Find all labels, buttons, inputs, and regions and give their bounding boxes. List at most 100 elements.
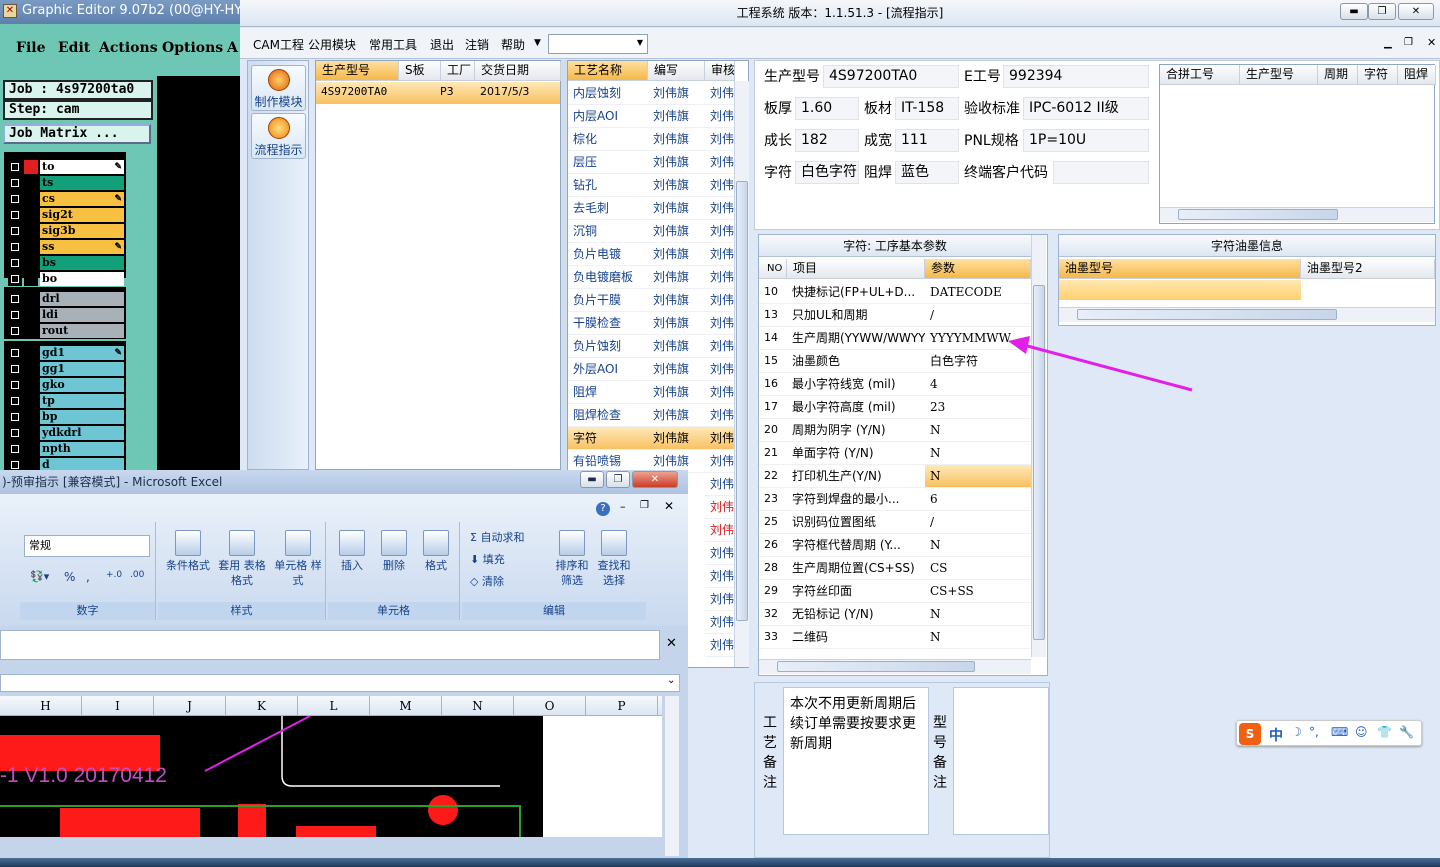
col-header-merge-model[interactable]: 生产型号 (1240, 65, 1318, 85)
autosum-button[interactable]: Σ 自动求和 (470, 530, 524, 545)
table-row[interactable]: 负片干膜 刘伟旗 刘伟 (568, 289, 735, 312)
column-header-P[interactable]: P (586, 696, 658, 716)
layer-checkbox[interactable] (8, 208, 22, 222)
excel-title-bar[interactable]: )-预审指示 [兼容模式] - Microsoft Excel ▬ ❐ ✕ (0, 470, 688, 494)
wrench-icon[interactable]: 🔧 (1399, 725, 1414, 739)
col-header-ink[interactable]: 油墨型号 (1059, 259, 1301, 279)
layer-name[interactable]: ss ✎ (40, 240, 124, 254)
lang-icon[interactable]: 中 (1269, 725, 1283, 745)
table-row[interactable]: 沉铜 刘伟旗 刘伟 (568, 220, 735, 243)
layer-name[interactable]: gko (40, 378, 124, 392)
column-header-M[interactable]: M (370, 696, 442, 716)
table-row[interactable]: 15 油墨颜色 白色字符 (759, 350, 1031, 373)
fill-button[interactable]: ⬇ 填充 (470, 552, 505, 567)
col-header-item[interactable]: 项目 (787, 259, 925, 279)
layer-row-bs[interactable]: bs (8, 256, 124, 270)
column-header-K[interactable]: K (226, 696, 298, 716)
layer-checkbox[interactable] (8, 224, 22, 238)
increase-decimal-icon[interactable]: +.0 (106, 570, 122, 580)
formula-close-icon[interactable]: ✕ (666, 636, 677, 651)
mask-field[interactable]: 蓝色 (895, 161, 959, 184)
table-row[interactable]: 干膜检查 刘伟旗 刘伟 (568, 312, 735, 335)
decrease-decimal-icon[interactable]: .00 (130, 570, 144, 580)
delete-button[interactable]: 删除 (374, 530, 414, 573)
ink-selected-row[interactable] (1059, 280, 1301, 300)
layer-name[interactable]: gg1 (40, 362, 124, 376)
menu-logout[interactable]: 注销 (465, 36, 489, 53)
layer-name[interactable]: to ✎ (40, 160, 124, 174)
column-header-J[interactable]: J (154, 696, 226, 716)
conditional-format-button[interactable]: 条件格式 (162, 530, 214, 573)
make-module-button[interactable]: 制作模块 (251, 65, 306, 111)
layer-row-ts[interactable]: ts (8, 176, 124, 190)
merge-hscroll[interactable] (1160, 207, 1434, 222)
table-row[interactable]: 去毛刺 刘伟旗 刘伟 (568, 197, 735, 220)
layer-row-rout[interactable]: rout (8, 324, 124, 338)
layer-name[interactable]: ydkdrl (40, 426, 124, 440)
layer-checkbox[interactable] (8, 292, 22, 306)
layer-row-ydkdrl[interactable]: ydkdrl (8, 426, 124, 440)
table-row[interactable]: 钻孔 刘伟旗 刘伟 (568, 174, 735, 197)
standard-field[interactable]: IPC-6012 II级 (1023, 97, 1149, 120)
layer-row-cs[interactable]: cs ✎ (8, 192, 124, 206)
toolbar-combo[interactable]: ▼ (548, 34, 648, 54)
param-hscroll[interactable] (759, 659, 1031, 674)
layer-name[interactable]: rout (40, 324, 124, 338)
layer-name[interactable]: ts (40, 176, 124, 190)
format-table-button[interactable]: 套用 表格格式 (216, 530, 268, 588)
layer-row-sig2t[interactable]: sig2t (8, 208, 124, 222)
col-header-merge-mask[interactable]: 阻焊 (1398, 65, 1436, 85)
sheet-area[interactable]: -1 V1.0 20170412 (0, 715, 662, 837)
format-button[interactable]: 格式 (416, 530, 456, 573)
layer-checkbox[interactable] (8, 394, 22, 408)
table-row[interactable]: 负电镀磨板 刘伟旗 刘伟 (568, 266, 735, 289)
find-select-button[interactable]: 查找和 选择 (594, 530, 634, 588)
layer-name[interactable]: tp (40, 394, 124, 408)
keyboard-icon[interactable]: ⌨ (1331, 725, 1348, 739)
ribbon-restore-icon[interactable]: ❐ (640, 500, 649, 511)
scroll-thumb[interactable] (777, 661, 975, 672)
minimize-button[interactable]: ▬ (1340, 3, 1368, 20)
ime-toolbar[interactable]: S 中 ☽ °, ⌨ ☺ 👕 🔧 (1236, 720, 1422, 746)
formula-bar[interactable] (0, 630, 660, 660)
customer-field[interactable] (1053, 161, 1149, 184)
table-row[interactable]: 10 快捷标记(FP+UL+D... DATECODE (759, 281, 1031, 304)
column-header-H[interactable]: H (10, 696, 82, 716)
scroll-thumb[interactable] (1077, 309, 1337, 320)
clear-button[interactable]: ◇ 清除 (470, 574, 504, 589)
table-row[interactable]: 负片蚀刻 刘伟旗 刘伟 (568, 335, 735, 358)
table-row[interactable]: 23 字符到焊盘的最小... 6 (759, 488, 1031, 511)
table-row[interactable]: 棕化 刘伟旗 刘伟 (568, 128, 735, 151)
table-row[interactable]: 内层AOI 刘伟旗 刘伟 (568, 105, 735, 128)
layer-checkbox[interactable] (8, 426, 22, 440)
menu-edit[interactable]: Edit (58, 40, 90, 56)
table-row[interactable]: 阻焊检查 刘伟旗 刘伟 (568, 404, 735, 427)
moon-icon[interactable]: ☽ (1291, 725, 1302, 739)
excel-vscroll[interactable] (664, 696, 679, 856)
ribbon-min-icon[interactable]: – (620, 500, 626, 513)
xl-minimize-button[interactable]: ▬ (580, 471, 604, 488)
e-no-field[interactable]: 992394 (1003, 65, 1149, 88)
col-header-model[interactable]: 生产型号 (316, 61, 399, 81)
layer-row-gko[interactable]: gko (8, 378, 124, 392)
layer-name[interactable]: ldi (40, 308, 124, 322)
layer-row-ldi[interactable]: ldi (8, 308, 124, 322)
layer-row-gd1[interactable]: gd1 ✎ (8, 346, 124, 360)
menu-tools[interactable]: 常用工具 (369, 36, 417, 53)
column-header-O[interactable]: O (514, 696, 586, 716)
layer-row-bo[interactable]: bo (8, 272, 124, 286)
proc-memo-text[interactable]: 本次不用更新周期后续订单需要按要求更新周期 (783, 687, 929, 835)
menu-a[interactable]: A (227, 40, 238, 56)
layer-row-to[interactable]: to ✎ (8, 160, 124, 174)
menu-file[interactable]: File (16, 40, 45, 56)
ge-title-bar[interactable]: ✕ Graphic Editor 9.07b2 (00@HY-HYCAM (0, 0, 245, 24)
percent-icon[interactable]: % (64, 570, 75, 584)
layer-checkbox[interactable] (8, 272, 22, 286)
layer-name[interactable]: bo (40, 272, 124, 286)
table-row[interactable]: 13 只加UL和周期 / (759, 304, 1031, 327)
column-header-I[interactable]: I (82, 696, 154, 716)
table-row[interactable]: 14 生产周期(YYWW/WWYY) YYYYMMWW (759, 327, 1031, 350)
layer-row-bp[interactable]: bp (8, 410, 124, 424)
table-row[interactable]: 22 打印机生产(Y/N) N (759, 465, 1031, 488)
sogou-icon[interactable]: S (1239, 723, 1261, 745)
